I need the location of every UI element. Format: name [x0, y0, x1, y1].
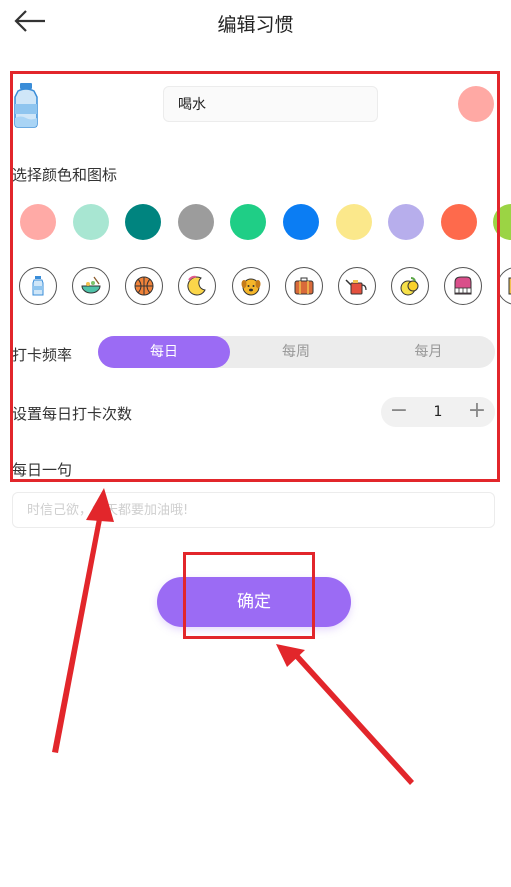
- selected-color-indicator[interactable]: [458, 86, 494, 122]
- color-swatch[interactable]: [388, 204, 425, 240]
- color-swatch[interactable]: [283, 204, 319, 240]
- stepper-minus-button[interactable]: −: [383, 397, 415, 427]
- habit-bottle-icon: [14, 83, 38, 128]
- annotation-arrow-line-right: [292, 651, 414, 785]
- habit-name-input[interactable]: [163, 86, 378, 122]
- page-title: 编辑习惯: [217, 14, 294, 36]
- annotation-arrows: [52, 488, 414, 785]
- annotation-arrow-head-right: [276, 644, 305, 667]
- color-swatch[interactable]: [177, 204, 214, 240]
- piano-icon[interactable]: [444, 267, 482, 305]
- suitcase-icon[interactable]: [285, 267, 323, 305]
- quote-label: 每日一句: [12, 461, 73, 479]
- frequency-selector: 每日 每周 每月: [98, 336, 495, 368]
- color-swatch[interactable]: [125, 204, 162, 240]
- freq-tab-daily[interactable]: 每日: [98, 336, 230, 368]
- stepper-value: 1: [433, 404, 443, 420]
- color-swatch[interactable]: [20, 204, 56, 240]
- color-swatch[interactable]: [72, 204, 109, 240]
- basketball-icon[interactable]: [125, 267, 163, 305]
- quote-input[interactable]: [12, 492, 495, 528]
- stepper-plus-button[interactable]: +: [461, 397, 493, 427]
- freq-tab-monthly[interactable]: 每月: [362, 336, 495, 368]
- watering-can-icon[interactable]: [338, 267, 376, 305]
- dog-icon[interactable]: [232, 267, 270, 305]
- moon-icon[interactable]: [178, 267, 216, 305]
- annotation-arrow-line-left: [52, 508, 104, 753]
- frequency-label: 打卡频率: [12, 346, 73, 364]
- icon-picker: [0, 264, 511, 310]
- header: 编辑习惯: [0, 0, 511, 46]
- daily-count-stepper: − 1 +: [381, 397, 495, 427]
- freq-tab-weekly[interactable]: 每周: [230, 336, 362, 368]
- book-icon[interactable]: [497, 267, 511, 305]
- lemon-icon[interactable]: [391, 267, 429, 305]
- color-swatch[interactable]: [440, 204, 477, 240]
- color-swatch[interactable]: [335, 204, 372, 240]
- color-palette: [0, 200, 511, 242]
- color-icon-label: 选择颜色和图标: [12, 166, 118, 184]
- bottle-icon[interactable]: [19, 267, 57, 305]
- color-swatch[interactable]: [493, 204, 511, 240]
- confirm-button[interactable]: 确定: [157, 577, 351, 627]
- daily-count-label: 设置每日打卡次数: [12, 405, 133, 423]
- color-swatch[interactable]: [230, 204, 267, 240]
- bowl-icon[interactable]: [72, 267, 110, 305]
